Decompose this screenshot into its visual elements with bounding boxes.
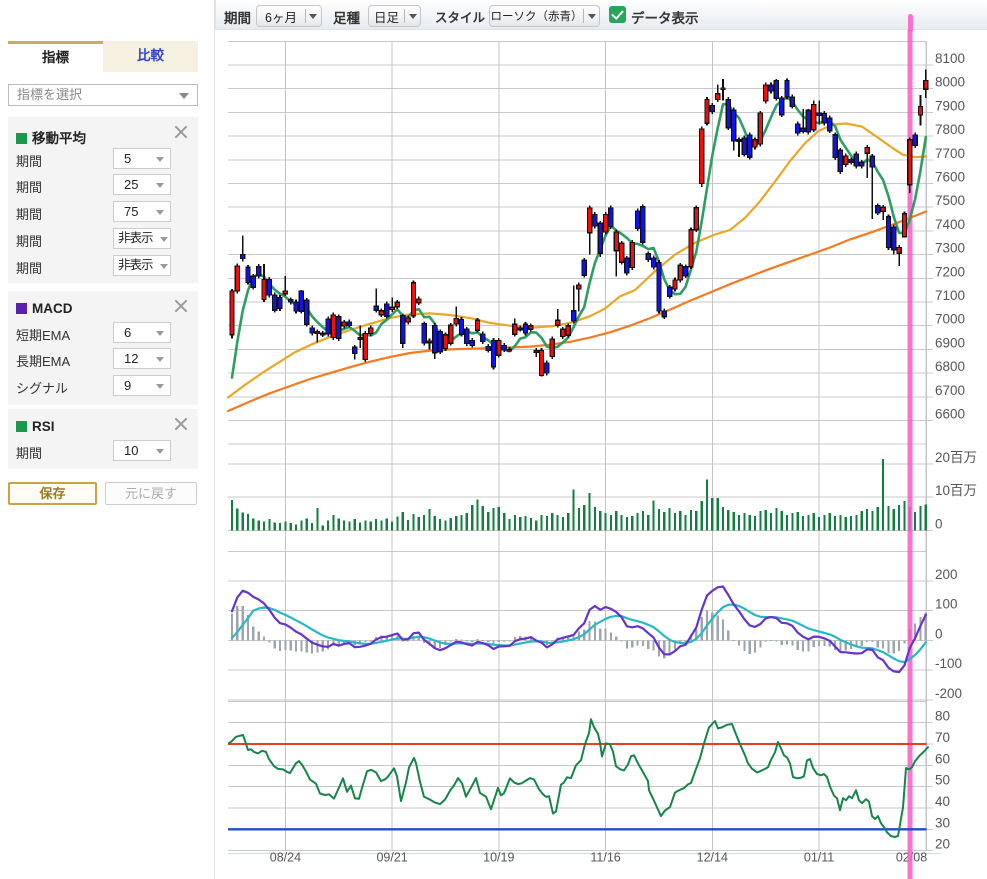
svg-text:7000: 7000 bbox=[935, 312, 965, 327]
svg-text:6600: 6600 bbox=[935, 407, 965, 422]
svg-text:100: 100 bbox=[935, 597, 958, 612]
svg-text:30: 30 bbox=[935, 815, 950, 830]
svg-text:12/14: 12/14 bbox=[697, 851, 728, 865]
svg-text:08/24: 08/24 bbox=[270, 851, 301, 865]
svg-text:7400: 7400 bbox=[935, 217, 965, 232]
svg-text:7100: 7100 bbox=[935, 288, 965, 303]
svg-text:60: 60 bbox=[935, 751, 950, 766]
svg-text:70: 70 bbox=[935, 730, 950, 745]
svg-text:200: 200 bbox=[935, 567, 958, 582]
svg-text:0: 0 bbox=[935, 626, 943, 641]
svg-text:7500: 7500 bbox=[935, 193, 965, 208]
svg-text:7700: 7700 bbox=[935, 146, 965, 161]
svg-text:7800: 7800 bbox=[935, 122, 965, 137]
svg-text:50: 50 bbox=[935, 773, 950, 788]
svg-text:10/19: 10/19 bbox=[483, 851, 514, 865]
svg-text:7200: 7200 bbox=[935, 264, 965, 279]
svg-text:7900: 7900 bbox=[935, 98, 965, 113]
svg-text:10百万: 10百万 bbox=[935, 483, 977, 498]
svg-text:6800: 6800 bbox=[935, 359, 965, 374]
svg-text:8000: 8000 bbox=[935, 75, 965, 90]
svg-text:8100: 8100 bbox=[935, 51, 965, 66]
svg-text:-100: -100 bbox=[935, 656, 962, 671]
svg-text:11/16: 11/16 bbox=[590, 851, 620, 865]
svg-text:01/11: 01/11 bbox=[804, 851, 834, 865]
svg-text:7300: 7300 bbox=[935, 241, 965, 256]
svg-text:80: 80 bbox=[935, 709, 950, 724]
svg-text:40: 40 bbox=[935, 794, 950, 809]
svg-text:6900: 6900 bbox=[935, 335, 965, 350]
svg-text:-200: -200 bbox=[935, 686, 962, 701]
svg-text:0: 0 bbox=[935, 517, 943, 532]
svg-text:20: 20 bbox=[935, 837, 950, 852]
svg-text:09/21: 09/21 bbox=[376, 851, 407, 865]
svg-text:7600: 7600 bbox=[935, 170, 965, 185]
svg-text:20百万: 20百万 bbox=[935, 450, 977, 465]
svg-text:6700: 6700 bbox=[935, 383, 965, 398]
